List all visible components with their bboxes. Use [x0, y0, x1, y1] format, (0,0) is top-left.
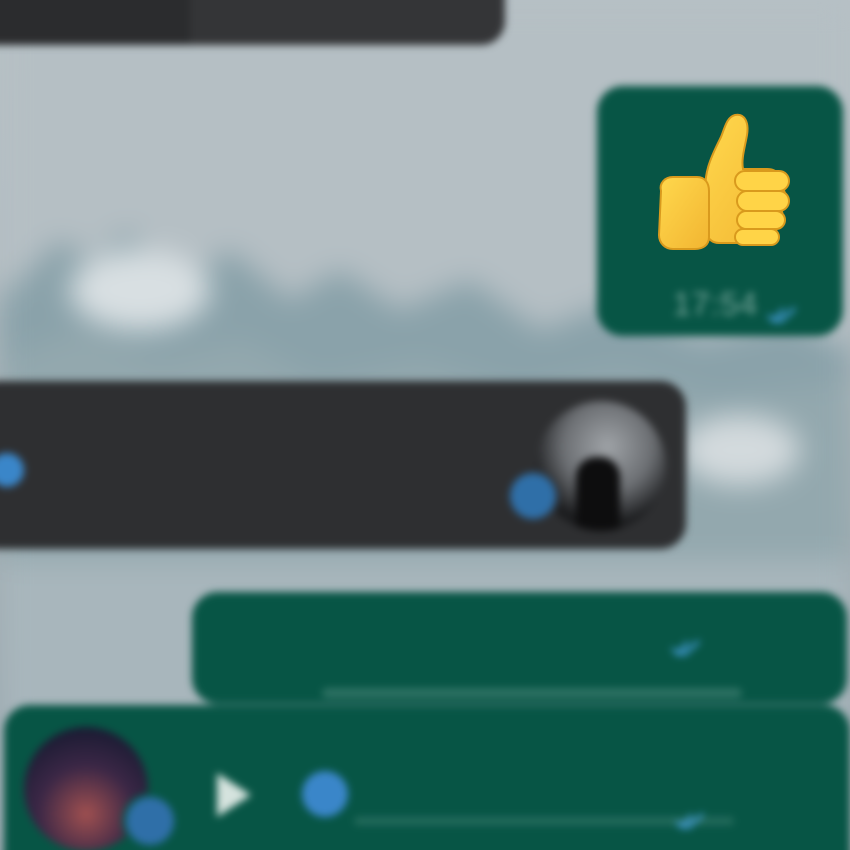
emoji-message-meta: 17:54 — [673, 286, 796, 323]
voice-scrubber-handle[interactable] — [302, 771, 348, 817]
microphone-badge-icon — [510, 473, 556, 519]
top-message-inner — [190, 0, 505, 45]
unplayed-indicator-dot — [0, 453, 24, 487]
outgoing-text-subline — [322, 688, 742, 698]
emoji-message-time: 17:54 — [673, 286, 759, 322]
double-check-icon — [675, 813, 704, 831]
double-check-icon — [767, 296, 796, 323]
incoming-voice-message-bubble[interactable] — [0, 381, 686, 549]
outgoing-voice-message-bubble[interactable] — [4, 705, 850, 850]
double-check-icon — [671, 640, 700, 658]
play-icon[interactable] — [200, 765, 260, 825]
thumbs-up-emoji-icon — [657, 113, 790, 250]
microphone-badge-icon — [126, 797, 174, 845]
outgoing-text-message-bubble[interactable] — [192, 592, 847, 704]
avatar-figure — [576, 457, 620, 531]
sender-avatar[interactable] — [536, 401, 666, 531]
outgoing-text-meta — [671, 640, 700, 658]
top-message-bubble[interactable] — [0, 0, 505, 45]
outgoing-voice-meta — [675, 813, 704, 831]
